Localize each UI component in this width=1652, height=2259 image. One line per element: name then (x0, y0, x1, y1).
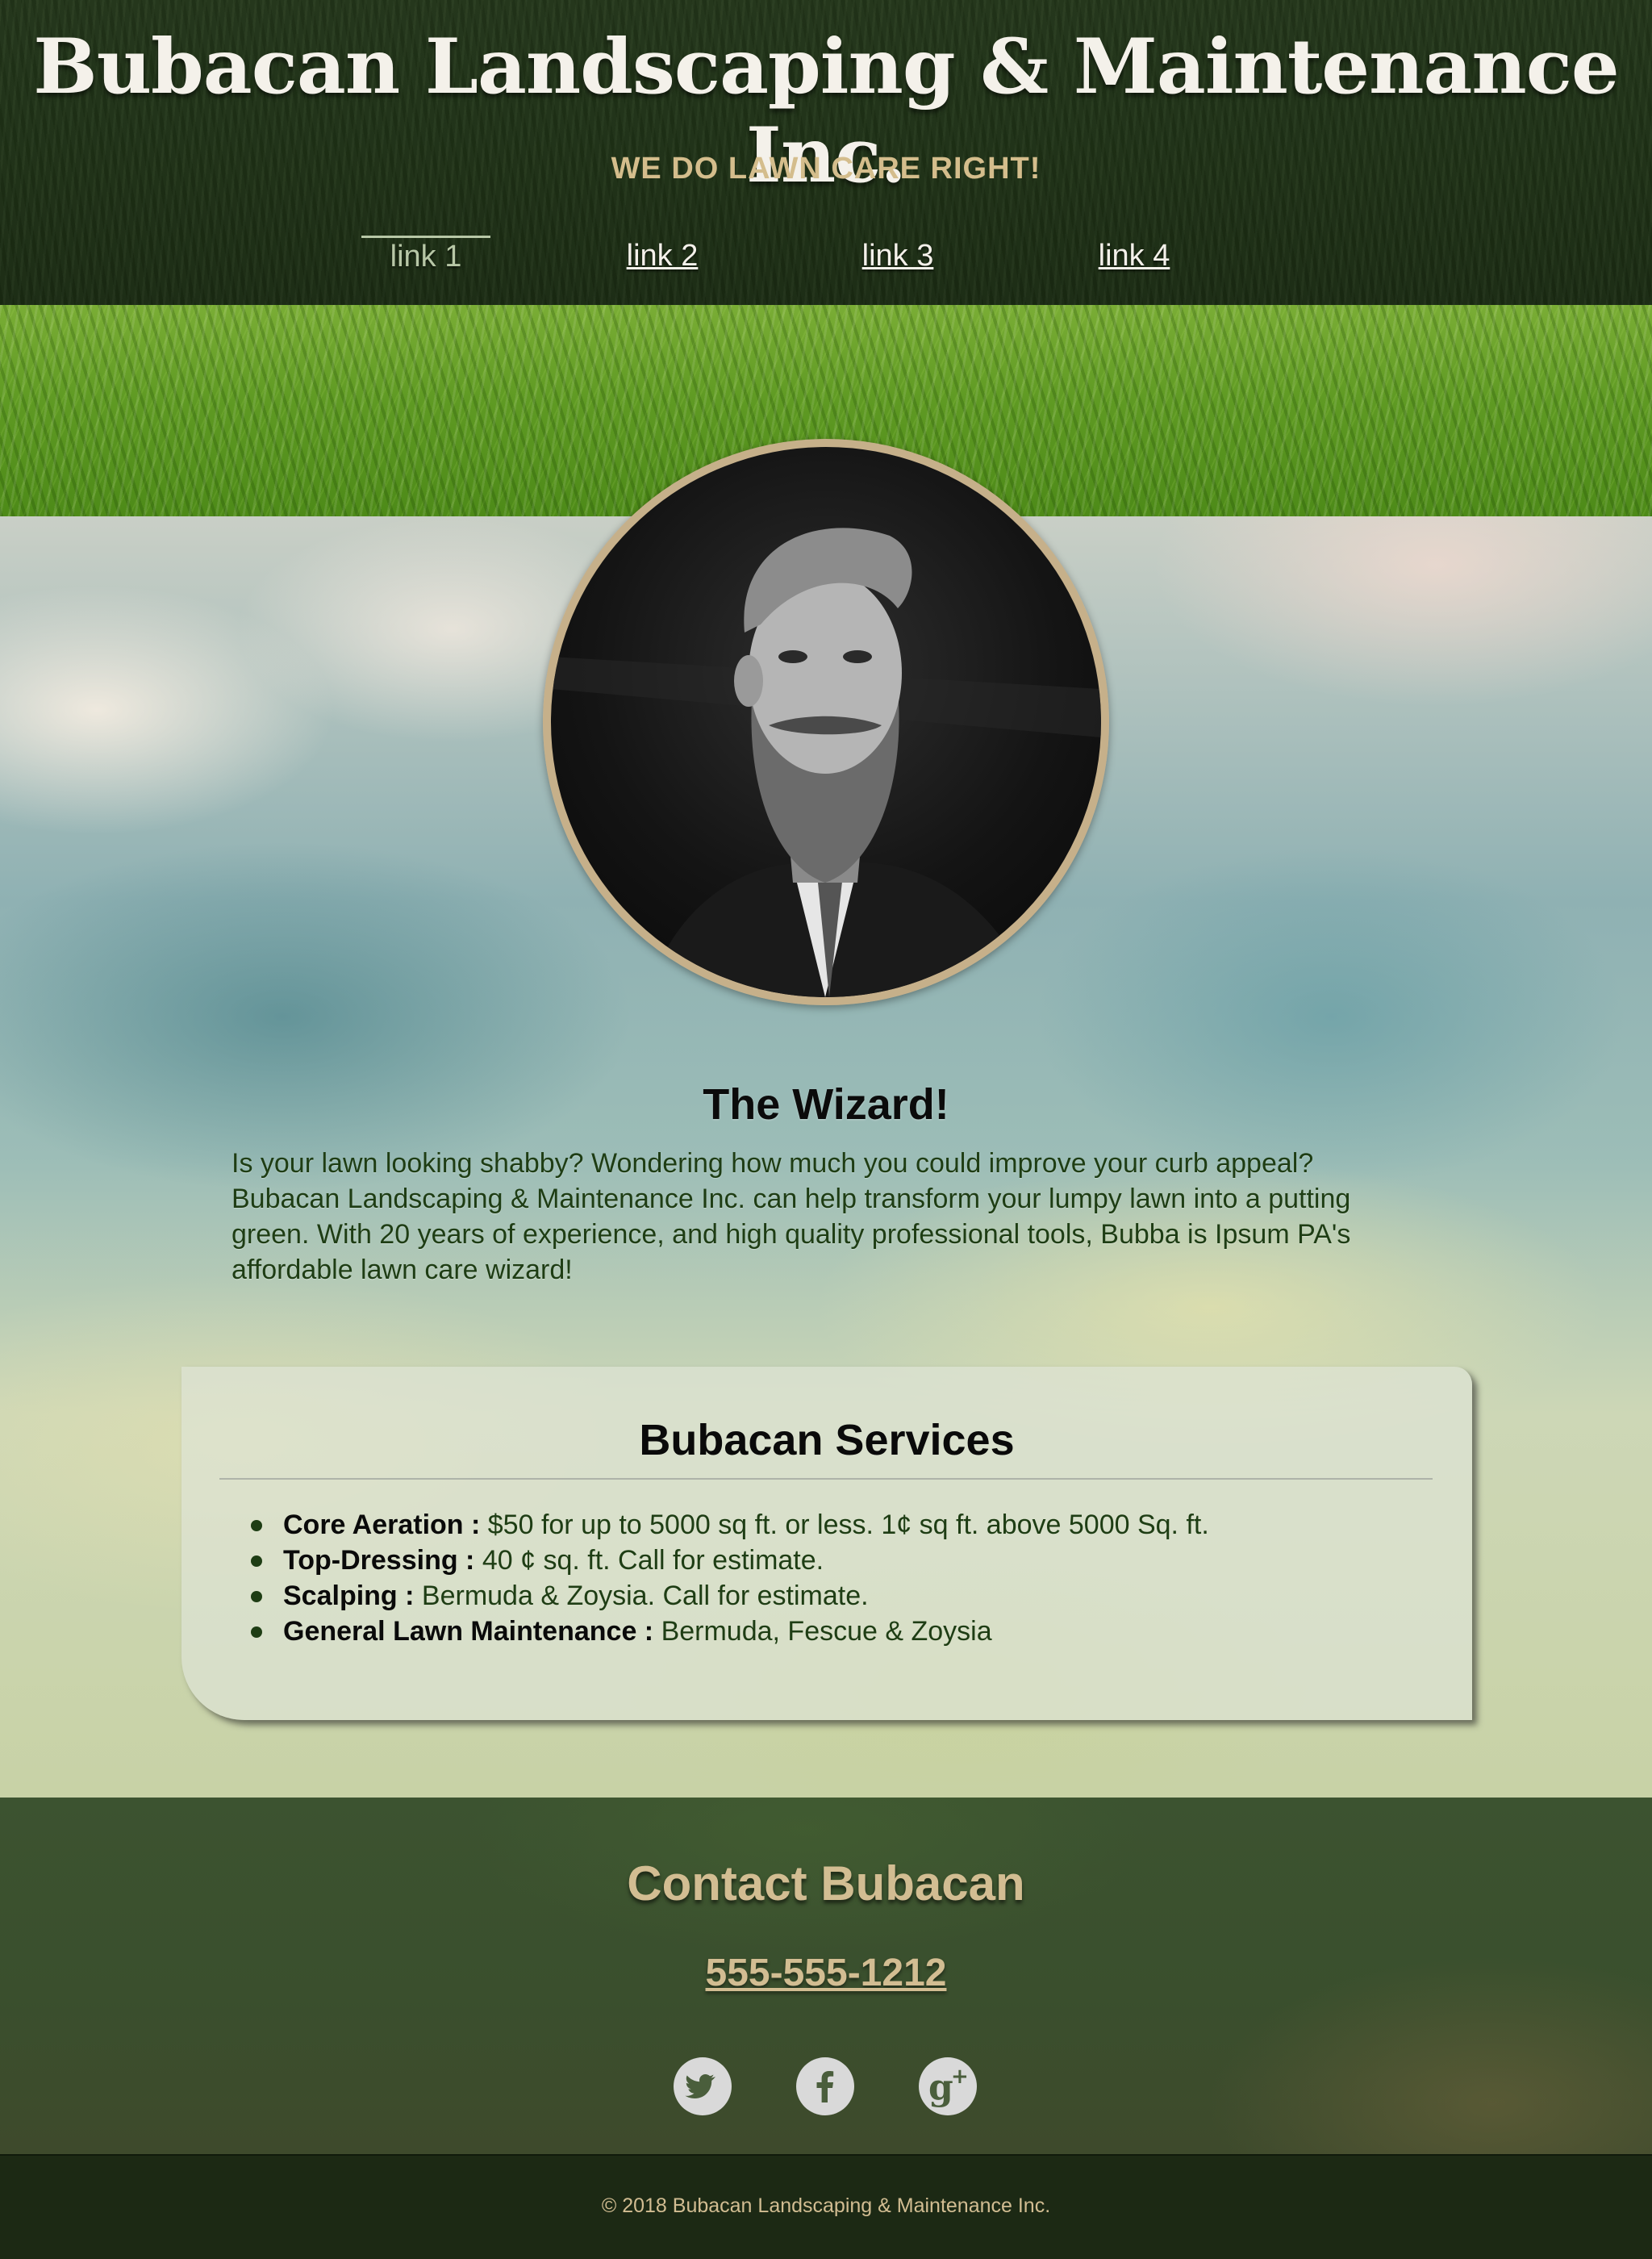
nav-link-2[interactable]: link 2 (598, 239, 727, 274)
site-header: Bubacan Landscaping & Maintenance Inc. W… (0, 0, 1652, 305)
service-name: Top-Dressing : (283, 1545, 475, 1576)
service-item: Top-Dressing : 40 ¢ sq. ft. Call for est… (251, 1543, 1412, 1578)
service-name: Core Aeration : (283, 1509, 481, 1540)
twitter-icon[interactable] (674, 2057, 732, 2115)
main-nav: link 1 link 2 link 3 link 4 (0, 236, 1652, 284)
site-footer: © 2018 Bubacan Landscaping & Maintenance… (0, 2154, 1652, 2259)
service-item: General Lawn Maintenance : Bermuda, Fesc… (251, 1614, 1412, 1649)
service-detail: Bermuda & Zoysia. Call for estimate. (414, 1580, 869, 1611)
service-detail: Bermuda, Fescue & Zoysia (653, 1616, 992, 1647)
services-card: Bubacan Services Core Aeration : $50 for… (181, 1367, 1472, 1720)
wizard-description: Is your lawn looking shabby? Wondering h… (232, 1148, 1351, 1285)
services-heading: Bubacan Services (639, 1416, 1015, 1464)
svg-text:g: g (928, 2067, 953, 2108)
facebook-icon[interactable] (796, 2057, 854, 2115)
wizard-portrait (543, 439, 1109, 1005)
svg-text:+: + (951, 2065, 969, 2089)
google-plus-icon[interactable]: g + (919, 2057, 977, 2115)
contact-phone-link[interactable]: 555-555-1212 (0, 1951, 1652, 1995)
services-divider (219, 1478, 1433, 1480)
copyright-text: © 2018 Bubacan Landscaping & Maintenance… (601, 2194, 1051, 2217)
service-name: Scalping : (283, 1580, 415, 1611)
contact-heading: Contact Bubacan (627, 1856, 1025, 1910)
services-list: Core Aeration : $50 for up to 5000 sq ft… (251, 1507, 1412, 1649)
wizard-heading: The Wizard! (703, 1080, 949, 1129)
nav-link-4[interactable]: link 4 (1070, 239, 1199, 274)
nav-link-3[interactable]: link 3 (833, 239, 962, 274)
contact-section: Contact Bubacan 555-555-1212 g + (0, 1798, 1652, 2154)
service-name: General Lawn Maintenance : (283, 1616, 654, 1647)
service-detail: 40 ¢ sq. ft. Call for estimate. (474, 1545, 824, 1576)
service-item: Core Aeration : $50 for up to 5000 sq ft… (251, 1507, 1412, 1543)
service-item: Scalping : Bermuda & Zoysia. Call for es… (251, 1578, 1412, 1614)
service-detail: $50 for up to 5000 sq ft. or less. 1¢ sq… (480, 1509, 1209, 1540)
site-tagline: WE DO LAWN CARE RIGHT! (611, 152, 1041, 186)
nav-link-1[interactable]: link 1 (361, 236, 490, 274)
